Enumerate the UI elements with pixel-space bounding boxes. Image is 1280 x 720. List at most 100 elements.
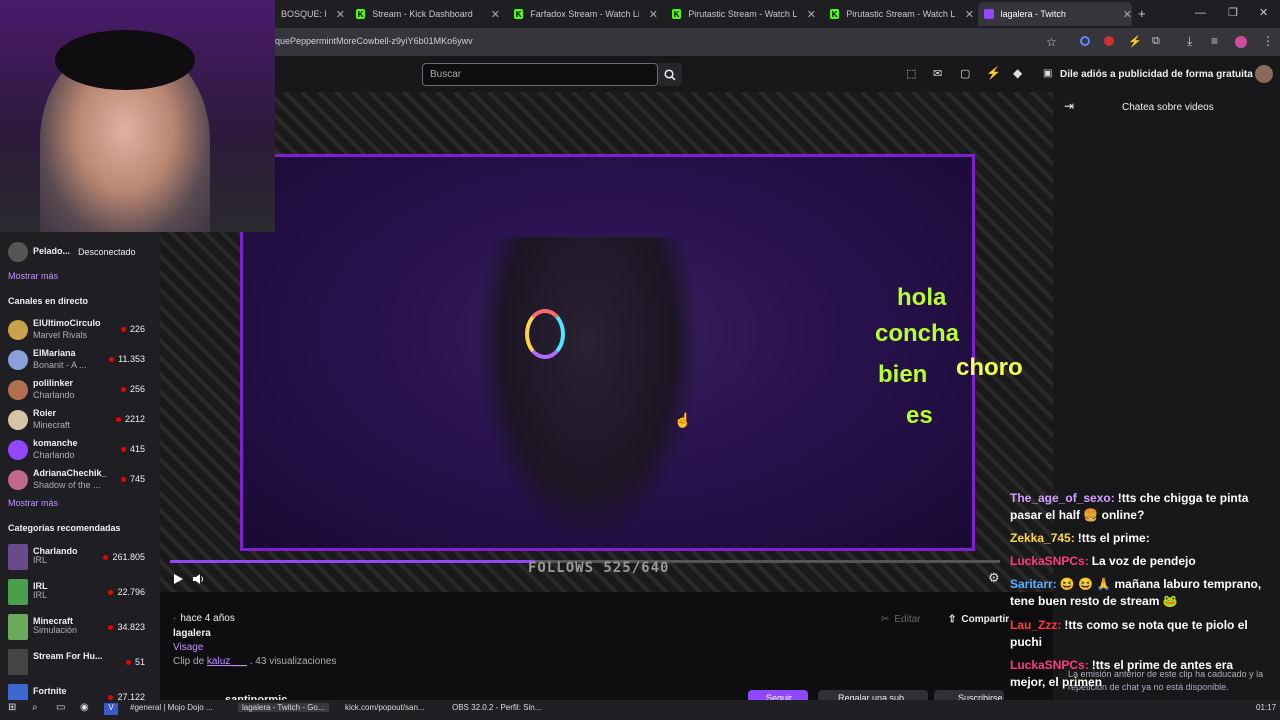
- clipper-link[interactable]: kaluz___: [207, 656, 247, 667]
- more-vert-icon[interactable]: ⋮: [1262, 34, 1274, 48]
- inbox-icon[interactable]: ⬚: [906, 67, 916, 80]
- overlay-word: hola: [897, 284, 947, 311]
- collapse-chat-icon[interactable]: ⇥: [1064, 99, 1074, 113]
- windows-start-icon[interactable]: ⊞: [8, 702, 16, 713]
- settings-gear-icon[interactable]: ⚙: [988, 570, 1000, 586]
- close-tab-icon[interactable]: ✕: [1123, 8, 1132, 21]
- streamer-video: [478, 237, 698, 537]
- share-button[interactable]: ⇧ Compartir: [940, 610, 1017, 628]
- viewer-count: 2212: [116, 414, 145, 424]
- play-icon: [174, 574, 183, 584]
- extension-icon[interactable]: [1104, 36, 1114, 46]
- bookmark-star-icon[interactable]: ☆: [1046, 35, 1057, 49]
- close-tab-icon[interactable]: ✕: [491, 8, 500, 21]
- steam-icon[interactable]: ◉: [80, 702, 89, 713]
- close-window-icon[interactable]: ✕: [1259, 6, 1268, 19]
- extension-icon[interactable]: ⚡: [1128, 35, 1142, 48]
- sidebar-channel[interactable]: AdrianaChechik_ Shadow of the ... 745: [8, 466, 153, 494]
- maximize-icon[interactable]: ❐: [1228, 6, 1238, 19]
- taskbar-item[interactable]: kick.com/popout/san...: [345, 703, 425, 712]
- close-tab-icon[interactable]: ✕: [965, 8, 974, 21]
- profile-avatar[interactable]: [1235, 36, 1247, 48]
- rgb-headset: [525, 309, 565, 359]
- channel-avatar: [8, 470, 28, 490]
- sidebar-category[interactable]: Charlando IRL 261.805: [8, 544, 153, 572]
- search-icon: [664, 68, 676, 81]
- chat-username[interactable]: LuckaSNPCs:: [1010, 658, 1089, 672]
- chat-username[interactable]: Saritarr:: [1010, 577, 1057, 591]
- chat-message: LuckaSNPCs: !tts el prime de antes era me…: [1010, 657, 1270, 691]
- overlay-word: choro: [956, 354, 1023, 381]
- sidebar-channel[interactable]: ElUltimoCirculo Marvel Rivals 226: [8, 316, 153, 344]
- download-icon[interactable]: ⤓: [1187, 34, 1192, 49]
- chat-text: !tts el prime:: [1077, 531, 1150, 545]
- taskbar-item-active[interactable]: lagalera - Twitch - Go...: [238, 703, 329, 712]
- turbo-icon[interactable]: ⚡: [986, 66, 1001, 80]
- search-button[interactable]: [658, 63, 682, 86]
- crown-icon[interactable]: ◆: [1013, 66, 1022, 80]
- browser-tab[interactable]: K Stream - Kick Dashboard ✕: [350, 2, 500, 26]
- clip-age: · hace 4 años: [173, 613, 235, 624]
- chat-username[interactable]: The_age_of_sexo:: [1010, 491, 1115, 505]
- minimize-icon[interactable]: —: [1195, 7, 1206, 19]
- taskbar-item[interactable]: #general | Mojo Dojo ...: [130, 703, 213, 712]
- browser-tab[interactable]: KFarfadox Stream - Watch Live c✕: [508, 2, 658, 26]
- chat-username[interactable]: Lau_Zzz:: [1010, 618, 1061, 632]
- show-more-link[interactable]: Mostrar más: [8, 271, 58, 281]
- webcam-hair: [55, 30, 195, 90]
- sidebar-channel[interactable]: Roier Minecraft 2212: [8, 406, 153, 434]
- close-tab-icon[interactable]: ✕: [807, 8, 816, 21]
- chat-message: Lau_Zzz: !tts como se nota que te piolo e…: [1010, 617, 1270, 651]
- chat-username[interactable]: Zekka_745:: [1010, 531, 1075, 545]
- sidebar-category[interactable]: Stream For Hu... 51: [8, 649, 153, 677]
- sidebar-category[interactable]: IRL IRL 22.796: [8, 579, 153, 607]
- channel-avatar: [8, 242, 28, 262]
- user-avatar[interactable]: [1255, 65, 1273, 83]
- new-tab-button[interactable]: +: [1138, 6, 1146, 21]
- volume-button[interactable]: [192, 572, 204, 590]
- chat-message: The_age_of_sexo: !tts che chigga te pinta…: [1010, 490, 1270, 524]
- clip-game-link[interactable]: Visage: [173, 642, 203, 653]
- channel-avatar: [8, 410, 28, 430]
- browser-tab[interactable]: BOSQUE: MI✕: [275, 2, 345, 26]
- puzzle-icon[interactable]: ⧉: [1152, 35, 1160, 48]
- clip-channel[interactable]: lagalera: [173, 628, 211, 639]
- ad-free-link[interactable]: Dile adiós a publicidad de forma gratuit…: [1060, 69, 1253, 80]
- menu-lines-icon[interactable]: ≡: [1211, 34, 1218, 48]
- close-tab-icon[interactable]: ✕: [649, 8, 658, 21]
- kick-icon: K: [830, 9, 840, 19]
- overlay-word: es: [906, 402, 933, 429]
- category-thumbnail: [8, 614, 28, 640]
- video-player[interactable]: hola concha bien es choro FOLLOWS 525/64…: [160, 92, 1053, 592]
- taskbar-item[interactable]: OBS 32.0.2 - Perfil: Sin...: [452, 703, 541, 712]
- extension-icon[interactable]: [1080, 36, 1090, 46]
- close-tab-icon[interactable]: ✕: [336, 8, 345, 21]
- app-icon[interactable]: V: [104, 703, 118, 715]
- browser-tab[interactable]: KPirutastic Stream - Watch Live c✕: [824, 2, 974, 26]
- browser-tab-active[interactable]: lagalera - Twitch ✕: [978, 2, 1132, 26]
- url-field[interactable]: quePeppermintMoreCowbell-z9yiY6b01MKo6yw…: [275, 36, 473, 46]
- browser-tab[interactable]: KPirutastic Stream - Watch Live c✕: [666, 2, 816, 26]
- sidebar-channel[interactable]: ElMariana Bonanit - A ... 11.353: [8, 346, 153, 374]
- play-button[interactable]: [172, 572, 184, 590]
- kick-icon: K: [514, 9, 524, 19]
- chat-text: La voz de pendejo: [1091, 554, 1196, 568]
- mail-icon[interactable]: ✉: [933, 67, 942, 80]
- channel-avatar: [8, 350, 28, 370]
- viewer-count: 745: [121, 474, 145, 484]
- sidebar-channel-offline[interactable]: Pelado... Desconectado: [8, 238, 153, 266]
- edit-button[interactable]: ✂ Editar: [873, 610, 929, 628]
- chat-header: Chatea sobre videos: [1122, 102, 1214, 113]
- file-explorer-icon[interactable]: ▭: [56, 702, 65, 713]
- sidebar-channel[interactable]: polilinker Charlando 256: [8, 376, 153, 404]
- chat-icon[interactable]: ▢: [960, 67, 970, 80]
- volume-icon: [193, 574, 203, 584]
- share-icon: ⇧: [948, 613, 957, 625]
- chat-username[interactable]: LuckaSNPCs:: [1010, 554, 1089, 568]
- search-taskbar-icon[interactable]: ⌕: [32, 702, 38, 713]
- show-more-link[interactable]: Mostrar más: [8, 498, 58, 508]
- sidebar-category[interactable]: Minecraft Simulación 34.823: [8, 614, 153, 642]
- sidebar-channel[interactable]: komanche Charlando 415: [8, 436, 153, 464]
- category-thumbnail: [8, 579, 28, 605]
- search-input[interactable]: Buscar: [422, 63, 658, 86]
